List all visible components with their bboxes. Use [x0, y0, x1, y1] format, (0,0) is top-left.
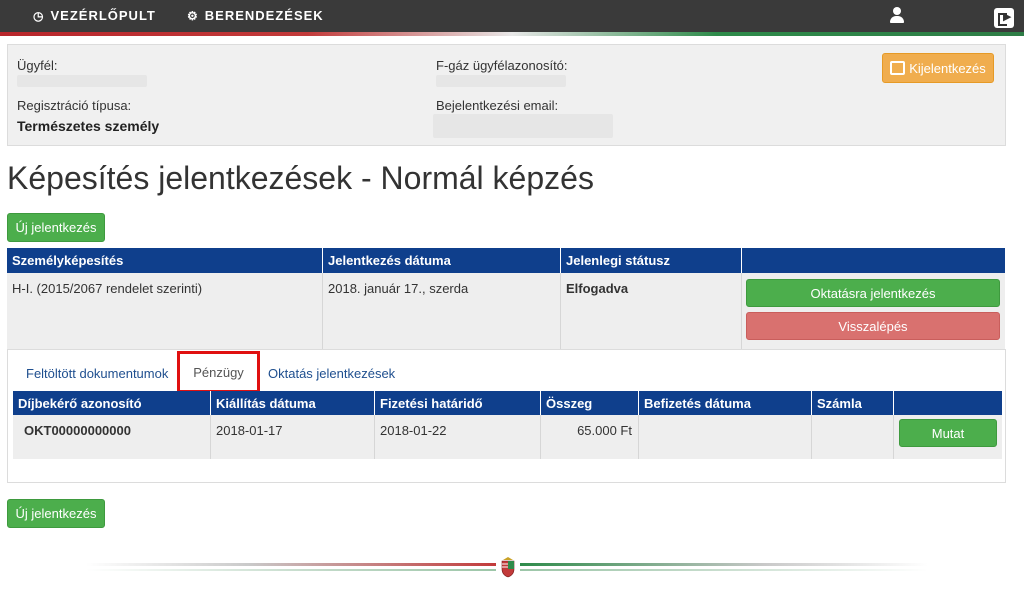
qualification-cell: H-I. (2015/2067 rendelet szerinti)	[7, 273, 323, 349]
payment-actions-cell: Mutat	[894, 415, 1002, 459]
col-qualification: Személyképesítés	[7, 248, 323, 273]
hungarian-crest-icon	[501, 557, 515, 578]
client-info-panel: Ügyfél: F-gáz ügyfélazonosító: Regisztrá…	[7, 44, 1006, 146]
user-icon[interactable]	[889, 6, 905, 24]
qualification-table-header: Személyképesítés Jelentkezés dátuma Jele…	[7, 248, 1005, 273]
dashboard-icon: ◷	[33, 9, 45, 23]
redacted-client	[17, 75, 147, 87]
qualification-table: Személyképesítés Jelentkezés dátuma Jele…	[7, 248, 1005, 349]
footer-divider-left	[86, 563, 496, 566]
col-invoice: Számla	[812, 391, 894, 415]
login-email-label: Bejelentkezési email:	[436, 98, 559, 113]
reg-type-label: Regisztráció típusa:	[17, 98, 132, 113]
due-date-cell: 2018-01-22	[375, 415, 541, 459]
request-id-cell: OKT00000000000	[13, 415, 211, 459]
page-title: Képesítés jelentkezések - Normál képzés	[7, 160, 594, 196]
enroll-training-label: Oktatásra jelentkezés	[810, 285, 936, 301]
invoice-cell	[812, 415, 894, 459]
redacted-email	[433, 114, 613, 138]
redacted-fgas-id	[436, 75, 566, 87]
footer-divider-left-shadow	[86, 569, 496, 571]
logout-button[interactable]: Kijelentkezés	[882, 53, 994, 83]
nav-devices-label: BERENDEZÉSEK	[204, 8, 324, 23]
logout-icon[interactable]	[994, 8, 1014, 28]
status-cell: Elfogadva	[561, 273, 742, 349]
nav-devices[interactable]: ⚙ BERENDEZÉSEK	[187, 0, 324, 32]
tab-uploaded-documents[interactable]: Feltöltött dokumentumok	[26, 366, 168, 381]
col-issue-date: Kiállítás dátuma	[211, 391, 375, 415]
nav-dashboard[interactable]: ◷ VEZÉRLŐPULT	[33, 0, 156, 32]
col-due-date: Fizetési határidő	[375, 391, 541, 415]
top-navbar: ◷ VEZÉRLŐPULT ⚙ BERENDEZÉSEK	[0, 0, 1024, 36]
application-date-cell: 2018. január 17., szerda	[323, 273, 561, 349]
footer-divider-right-shadow	[520, 569, 928, 571]
paid-date-cell	[639, 415, 812, 459]
withdraw-label: Visszalépés	[838, 318, 908, 334]
col-status: Jelenlegi státusz	[561, 248, 742, 273]
enroll-training-button[interactable]: Oktatásra jelentkezés	[746, 279, 1000, 307]
table-row: OKT00000000000 2018-01-17 2018-01-22 65.…	[13, 415, 1002, 459]
col-actions	[742, 248, 1005, 273]
col-paid-date: Befizetés dátuma	[639, 391, 812, 415]
withdraw-button[interactable]: Visszalépés	[746, 312, 1000, 340]
footer-divider-right	[520, 563, 928, 566]
gear-icon: ⚙	[187, 9, 199, 23]
new-application-button-bottom[interactable]: Új jelentkezés	[7, 499, 105, 528]
new-application-bottom-label: Új jelentkezés	[15, 506, 97, 521]
reg-type-value: Természetes személy	[17, 118, 160, 134]
logout-button-label: Kijelentkezés	[909, 60, 986, 76]
col-amount: Összeg	[541, 391, 639, 415]
actions-cell: Oktatásra jelentkezés Visszalépés	[742, 273, 1005, 349]
details-tabs-panel: Feltöltött dokumentumok Pénzügy Oktatás …	[7, 349, 1006, 483]
table-row: H-I. (2015/2067 rendelet szerinti) 2018.…	[7, 273, 1005, 349]
client-label: Ügyfél:	[17, 58, 58, 73]
nav-dashboard-label: VEZÉRLŐPULT	[50, 8, 156, 23]
issue-date-cell: 2018-01-17	[211, 415, 375, 459]
col-request-id: Díjbekérő azonosító	[13, 391, 211, 415]
tab-finance-label: Pénzügy	[193, 364, 244, 380]
new-application-label: Új jelentkezés	[15, 220, 97, 235]
sign-out-icon	[890, 61, 906, 75]
show-button-label: Mutat	[931, 425, 965, 441]
flag-stripe	[0, 32, 1024, 36]
tab-finance[interactable]: Pénzügy	[177, 351, 260, 393]
payment-table-header: Díjbekérő azonosító Kiállítás dátuma Fiz…	[13, 391, 1002, 415]
tab-training-applications[interactable]: Oktatás jelentkezések	[268, 366, 395, 381]
fgas-id-label: F-gáz ügyfélazonosító:	[436, 58, 568, 73]
new-application-button[interactable]: Új jelentkezés	[7, 213, 105, 242]
amount-cell: 65.000 Ft	[541, 415, 639, 459]
payment-table: Díjbekérő azonosító Kiállítás dátuma Fiz…	[13, 391, 1002, 459]
show-button[interactable]: Mutat	[899, 419, 997, 447]
col-application-date: Jelentkezés dátuma	[323, 248, 561, 273]
col-payment-actions	[894, 391, 1002, 415]
